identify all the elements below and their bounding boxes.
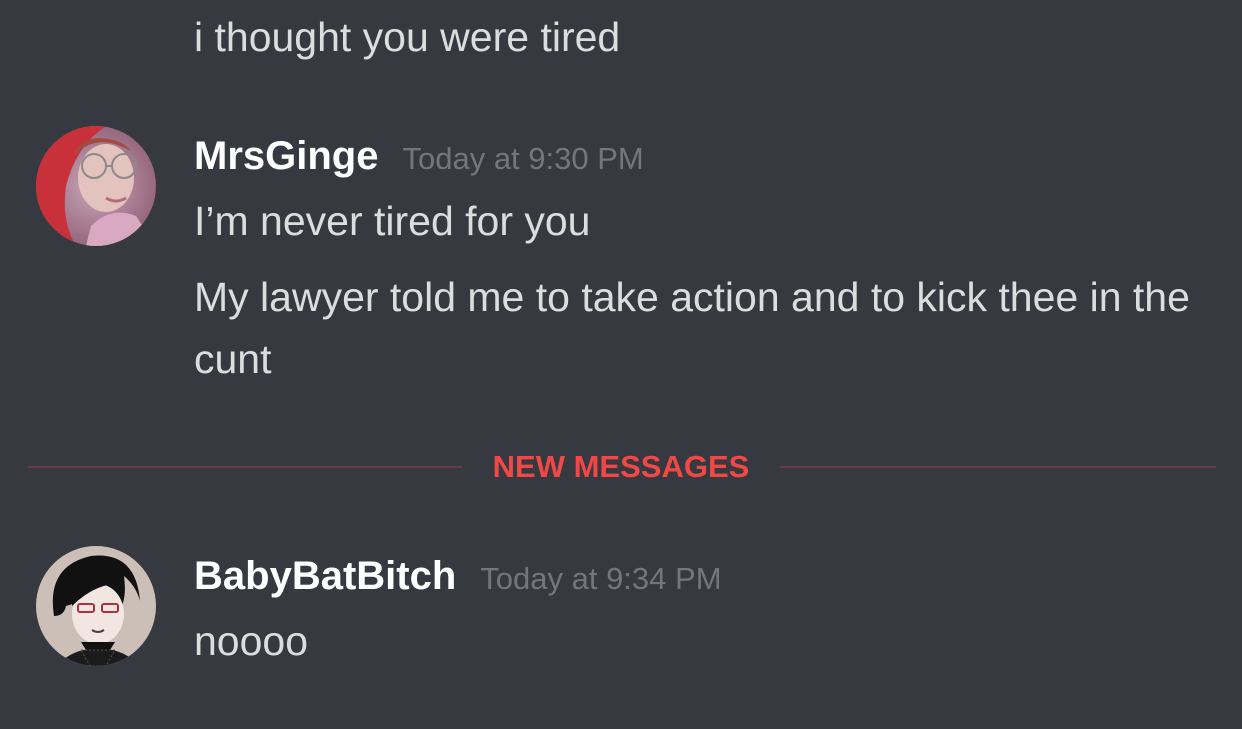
avatar[interactable]: [36, 126, 156, 246]
timestamp: Today at 9:34 PM: [480, 561, 722, 596]
message-text: My lawyer told me to take action and to …: [194, 274, 1190, 382]
new-messages-divider: NEW MESSAGES: [28, 446, 1216, 488]
message-header: BabyBatBitch Today at 9:34 PM: [194, 554, 722, 599]
message-text: I’m never tired for you: [194, 198, 591, 244]
divider-line: [28, 466, 462, 468]
message-header: MrsGinge Today at 9:30 PM: [194, 134, 644, 179]
avatar[interactable]: [36, 546, 156, 666]
username[interactable]: MrsGinge: [194, 134, 378, 178]
message-text: noooo: [194, 618, 309, 664]
divider-line: [780, 466, 1216, 468]
timestamp: Today at 9:30 PM: [402, 141, 644, 176]
username[interactable]: BabyBatBitch: [194, 554, 456, 598]
chat-messages: i thought you were tired MrsGinge Today …: [0, 0, 1242, 729]
message-text: i thought you were tired: [194, 14, 621, 60]
new-messages-label: NEW MESSAGES: [492, 449, 750, 484]
